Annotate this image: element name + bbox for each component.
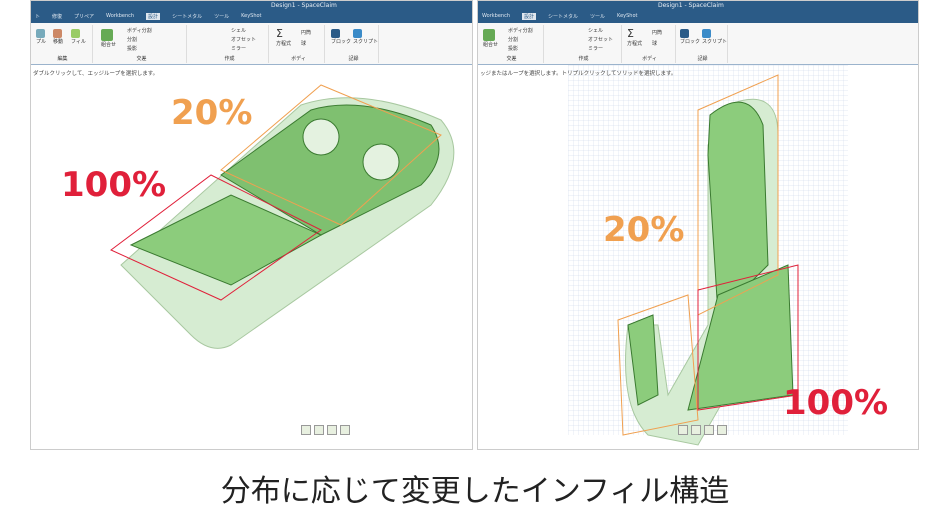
split-button[interactable]: 分割 xyxy=(127,36,137,43)
view-toolbar xyxy=(301,425,350,435)
script-icon xyxy=(702,29,711,38)
pull-icon xyxy=(36,29,45,38)
tab-sheetmetal[interactable]: シートメタル xyxy=(548,13,578,20)
cylinder-button[interactable]: 円筒 xyxy=(652,29,662,36)
sphere-button[interactable]: 球 xyxy=(652,40,657,47)
left-spaceclaim-window: Design1 - SpaceClaim ト 修復 プリペア Workbench… xyxy=(30,0,473,450)
view-toolbar xyxy=(678,425,727,435)
sigma-icon: Σ xyxy=(276,27,283,40)
tab[interactable]: ト xyxy=(35,13,40,20)
block-icon xyxy=(680,29,689,38)
project-button[interactable]: 投影 xyxy=(508,45,518,52)
view-button[interactable] xyxy=(691,425,701,435)
title-bar: Design1 - SpaceClaim Workbench 設計 シートメタル… xyxy=(478,1,918,23)
split-body-button[interactable]: ボディ分割 xyxy=(508,27,533,34)
script-button[interactable]: スクリプト xyxy=(353,29,378,45)
tab-design[interactable]: 設計 xyxy=(522,13,537,20)
window-title: Design1 - SpaceClaim xyxy=(271,2,337,9)
group-body: Σ 方程式 円筒 球 ボディ xyxy=(624,25,676,63)
offset-button[interactable]: オフセット xyxy=(588,36,613,43)
equation-button[interactable]: Σ 方程式 xyxy=(276,27,291,47)
shell-button[interactable]: シェル xyxy=(588,27,603,34)
sphere-button[interactable]: 球 xyxy=(301,40,306,47)
group-record: ブロック スクリプト 記録 xyxy=(329,25,379,63)
tab-prepare[interactable]: プリペア xyxy=(74,13,94,20)
group-body: Σ 方程式 円筒 球 ボディ xyxy=(273,25,325,63)
fill-icon xyxy=(71,29,80,38)
pull-button[interactable]: プル xyxy=(36,29,46,45)
shell-button[interactable]: シェル xyxy=(231,27,246,34)
block-button[interactable]: ブロック xyxy=(331,29,351,45)
split-button[interactable]: 分割 xyxy=(508,36,518,43)
tab-keyshot[interactable]: KeyShot xyxy=(617,13,637,20)
fill-button[interactable]: フィル xyxy=(71,29,86,45)
view-button[interactable] xyxy=(314,425,324,435)
caption: 分布に応じて変更したインフィル構造 xyxy=(220,474,730,509)
label-20-percent: 20% xyxy=(171,93,253,133)
tab-workbench[interactable]: Workbench xyxy=(482,13,510,20)
tab-keyshot[interactable]: KeyShot xyxy=(241,13,261,20)
block-button[interactable]: ブロック xyxy=(680,29,700,45)
tab-repair[interactable]: 修復 xyxy=(52,13,62,20)
view-button[interactable] xyxy=(327,425,337,435)
group-intersect: 組合せ ボディ分割 分割 投影 交差 xyxy=(480,25,544,63)
combine-button[interactable]: 組合せ xyxy=(101,29,116,48)
status-text: ッジまたはループを選択します。トリプルクリックしてソリッドを選択します。 xyxy=(480,71,677,77)
view-button[interactable] xyxy=(704,425,714,435)
status-text: ダブルクリックして、エッジループを選択します。 xyxy=(33,71,159,77)
label-20-percent: 20% xyxy=(603,210,685,250)
split-body-button[interactable]: ボディ分割 xyxy=(127,27,152,34)
mirror-button[interactable]: ミラー xyxy=(231,45,246,52)
tab-sheetmetal[interactable]: シートメタル xyxy=(172,13,202,20)
move-button[interactable]: 移動 xyxy=(53,29,63,45)
label-100-percent: 100% xyxy=(61,165,167,205)
group-intersect: 組合せ ボディ分割 分割 投影 交差 xyxy=(97,25,187,63)
tab-tools[interactable]: ツール xyxy=(590,13,605,20)
script-icon xyxy=(353,29,362,38)
combine-button[interactable]: 組合せ xyxy=(483,29,498,48)
3d-viewport[interactable]: 20% 100% ッジまたはループを選択します。トリプルクリックしてソリッドを選… xyxy=(478,65,918,449)
project-button[interactable]: 投影 xyxy=(127,45,137,52)
label-100-percent: 100% xyxy=(783,383,889,423)
group-record: ブロック スクリプト 記録 xyxy=(678,25,728,63)
tab-tools[interactable]: ツール xyxy=(214,13,229,20)
view-button[interactable] xyxy=(301,425,311,435)
ribbon-tabs: Workbench 設計 シートメタル ツール KeyShot xyxy=(482,13,637,20)
3d-viewport[interactable]: 20% 100% ダブルクリックして、エッジループを選択します。 xyxy=(31,65,472,449)
window-title: Design1 - SpaceClaim xyxy=(658,2,724,9)
offset-button[interactable]: オフセット xyxy=(231,36,256,43)
right-spaceclaim-window: Design1 - SpaceClaim Workbench 設計 シートメタル… xyxy=(477,0,919,450)
combine-icon xyxy=(101,29,113,41)
mirror-button[interactable]: ミラー xyxy=(588,45,603,52)
hole xyxy=(302,118,340,156)
block-icon xyxy=(331,29,340,38)
hole xyxy=(362,143,400,181)
script-button[interactable]: スクリプト xyxy=(702,29,727,45)
view-button[interactable] xyxy=(340,425,350,435)
group-create: シェル オフセット ミラー 作成 xyxy=(546,25,622,63)
title-bar: Design1 - SpaceClaim ト 修復 プリペア Workbench… xyxy=(31,1,472,23)
ribbon-tabs: ト 修復 プリペア Workbench 設計 シートメタル ツール KeySho… xyxy=(35,13,262,20)
tab-workbench[interactable]: Workbench xyxy=(106,13,134,20)
ribbon: プル 移動 フィル 編集 組合せ ボディ分割 分割 投影 交差 シェル オフセッ… xyxy=(31,23,472,65)
tab-design[interactable]: 設計 xyxy=(146,13,161,20)
view-button[interactable] xyxy=(717,425,727,435)
group-edit: プル 移動 フィル 編集 xyxy=(33,25,93,63)
view-button[interactable] xyxy=(678,425,688,435)
ribbon: 組合せ ボディ分割 分割 投影 交差 シェル オフセット ミラー 作成 Σ 方程式… xyxy=(478,23,918,65)
combine-icon xyxy=(483,29,495,41)
sigma-icon: Σ xyxy=(627,27,634,40)
cylinder-button[interactable]: 円筒 xyxy=(301,29,311,36)
move-icon xyxy=(53,29,62,38)
equation-button[interactable]: Σ 方程式 xyxy=(627,27,642,47)
group-create: シェル オフセット ミラー 作成 xyxy=(191,25,269,63)
